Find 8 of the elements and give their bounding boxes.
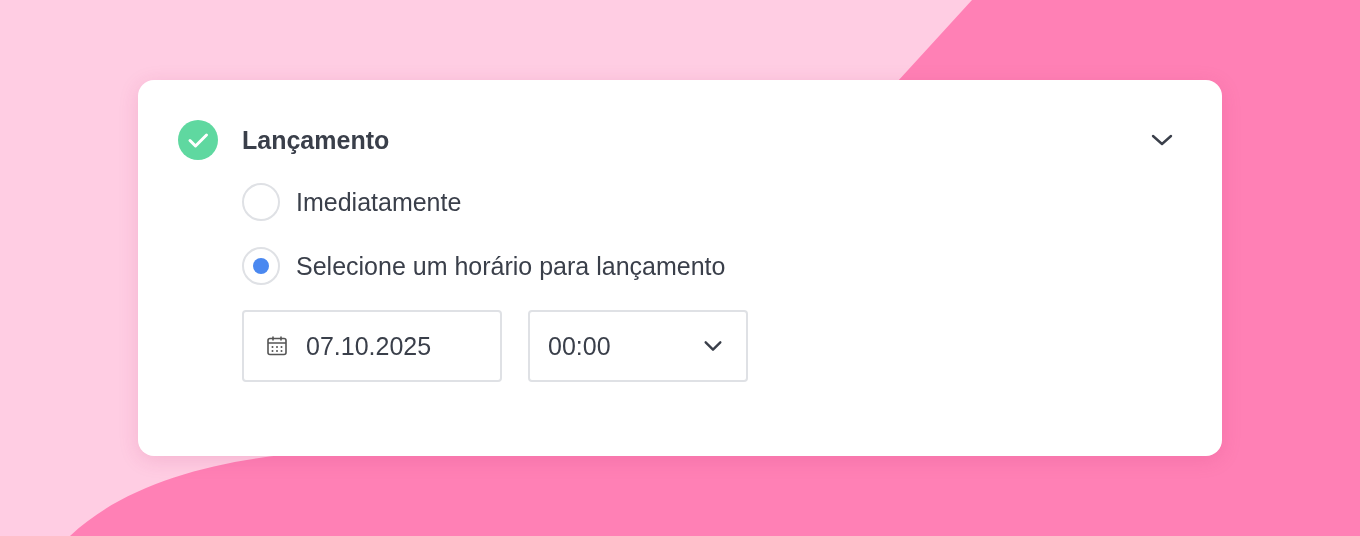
time-select[interactable]: 00:00 [528,310,748,382]
date-field[interactable]: 07.10.2025 [242,310,502,382]
radio-button[interactable] [242,183,280,221]
radio-button[interactable] [242,247,280,285]
option-label: Selecione um horário para lançamento [296,251,726,281]
option-label: Imediatamente [296,187,462,217]
section-title: Lançamento [242,125,391,155]
calendar-icon [266,335,288,357]
